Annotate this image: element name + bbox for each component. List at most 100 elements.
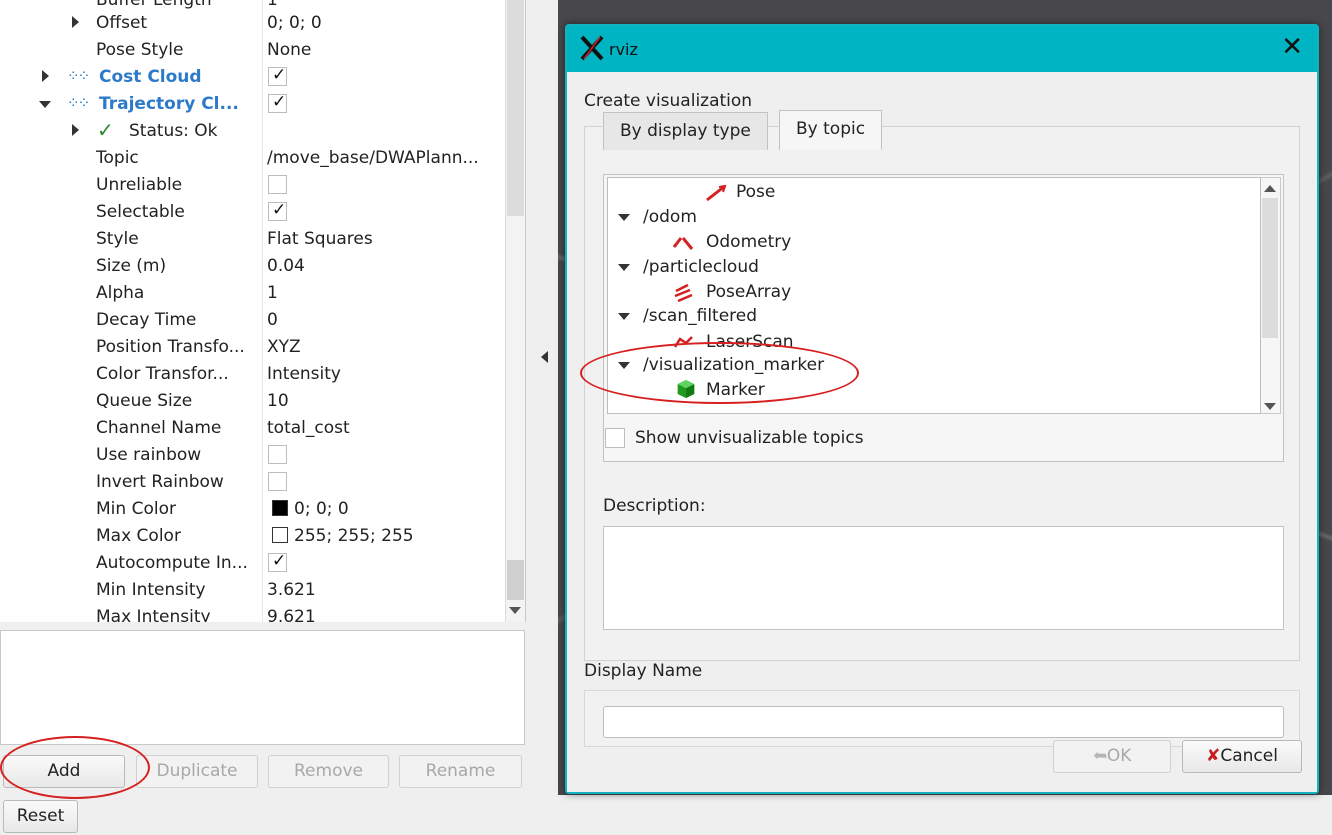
property-row[interactable]: Pose Style None	[0, 37, 505, 64]
point-cloud-icon: ⁘⁘	[67, 94, 90, 112]
property-value: 0	[267, 310, 278, 330]
checkbox[interactable]	[268, 445, 287, 464]
tree-item-odometry[interactable]: Odometry	[608, 230, 1260, 255]
scroll-up-arrow-icon[interactable]	[1264, 185, 1276, 192]
property-row[interactable]: Min Intensity 3.621	[0, 577, 505, 604]
property-name: Decay Time	[96, 310, 197, 330]
expand-arrow-icon[interactable]	[72, 124, 79, 136]
tab-by-display-type[interactable]: By display type	[603, 112, 768, 150]
property-name: Status: Ok	[129, 121, 218, 141]
posearray-icon	[674, 283, 693, 303]
property-name: Alpha	[96, 283, 145, 303]
scrollbar-track-segment	[507, 560, 524, 600]
property-value: 1	[267, 283, 278, 303]
display-item-trajectory-cloud[interactable]: ⁘⁘ Trajectory Cl... ✓	[0, 91, 505, 118]
property-name: Size (m)	[96, 256, 167, 276]
display-name-input[interactable]	[603, 706, 1284, 738]
property-row[interactable]: Alpha 1	[0, 280, 505, 307]
point-cloud-icon: ⁘⁘	[67, 67, 90, 85]
property-row[interactable]: Size (m) 0.04	[0, 253, 505, 280]
property-name: Channel Name	[96, 418, 222, 438]
collapse-arrow-icon[interactable]	[618, 214, 630, 221]
checkbox[interactable]	[268, 472, 287, 491]
topic-tree-scrollbar[interactable]	[1261, 177, 1281, 414]
property-row[interactable]: Max Intensity 9.621	[0, 604, 505, 622]
property-name: Max Color	[96, 526, 181, 546]
property-row-status[interactable]: ✓ Status: Ok	[0, 118, 505, 145]
scrollbar-thumb[interactable]	[1262, 198, 1278, 338]
property-value: 9.621	[267, 607, 316, 622]
tree-item-label: /particlecloud	[643, 257, 759, 277]
collapse-panel-arrow-icon[interactable]	[541, 351, 548, 363]
property-value: 3.621	[267, 580, 316, 600]
remove-button[interactable]: Remove	[268, 755, 389, 788]
ok-button[interactable]: ➦OK	[1053, 740, 1171, 773]
color-swatch-black[interactable]	[272, 500, 288, 516]
property-row[interactable]: Autocompute In... ✓	[0, 550, 505, 577]
cancel-button[interactable]: ✘Cancel	[1182, 740, 1302, 773]
expand-arrow-icon[interactable]	[42, 70, 49, 82]
property-value: Intensity	[267, 364, 341, 384]
dialog-body: Create visualization By display type By …	[567, 72, 1317, 792]
property-row[interactable]: Invert Rainbow	[0, 469, 505, 496]
close-icon[interactable]: ✕	[1281, 34, 1303, 60]
check-icon: ✓	[272, 200, 287, 220]
properties-scrollbar[interactable]	[505, 0, 525, 622]
collapse-arrow-icon[interactable]	[618, 264, 630, 271]
property-row[interactable]: Style Flat Squares	[0, 226, 505, 253]
scroll-down-arrow-icon[interactable]	[509, 607, 521, 614]
tree-item-pose[interactable]: Pose	[608, 180, 1260, 205]
enabled-checkbox[interactable]: ✓	[268, 92, 287, 113]
enabled-checkbox[interactable]: ✓	[268, 65, 287, 86]
collapse-arrow-icon[interactable]	[39, 101, 51, 108]
property-row[interactable]: Queue Size 10	[0, 388, 505, 415]
property-row[interactable]: Position Transfo... XYZ	[0, 334, 505, 361]
tab-by-topic[interactable]: By topic	[779, 110, 883, 150]
tree-item-label: Odometry	[706, 232, 792, 252]
color-swatch-white[interactable]	[272, 527, 288, 543]
tree-item-odom[interactable]: /odom	[608, 205, 1260, 230]
checkbox[interactable]: ✓	[268, 200, 287, 221]
property-value: Flat Squares	[267, 229, 373, 249]
property-row[interactable]: Offset 0; 0; 0	[0, 10, 505, 37]
property-value: 10	[267, 391, 289, 411]
property-value: 0; 0; 0	[267, 13, 322, 33]
property-row[interactable]: Use rainbow	[0, 442, 505, 469]
property-name: Min Intensity	[96, 580, 206, 600]
tree-item-posearray[interactable]: PoseArray	[608, 280, 1260, 305]
property-name: Offset	[96, 13, 148, 33]
property-row[interactable]: Decay Time 0	[0, 307, 505, 334]
property-value: XYZ	[267, 337, 301, 357]
property-value: 0; 0; 0	[294, 499, 349, 519]
property-row[interactable]: Selectable ✓	[0, 199, 505, 226]
property-row[interactable]: Topic /move_base/DWAPlann...	[0, 145, 505, 172]
description-label: Description:	[603, 496, 706, 516]
property-row[interactable]: Channel Name total_cost	[0, 415, 505, 442]
expand-arrow-icon[interactable]	[72, 16, 79, 28]
property-row[interactable]: Color Transfor... Intensity	[0, 361, 505, 388]
checkbox-box[interactable]	[605, 428, 625, 448]
scroll-down-arrow-icon[interactable]	[1264, 403, 1276, 410]
display-item-cost-cloud[interactable]: ⁘⁘ Cost Cloud ✓	[0, 64, 505, 91]
show-unvisualizable-label: Show unvisualizable topics	[635, 428, 864, 448]
tree-item-scan-filtered[interactable]: /scan_filtered	[608, 304, 1260, 329]
checkbox[interactable]	[268, 175, 287, 194]
rename-button[interactable]: Rename	[399, 755, 522, 788]
property-name: Style	[96, 229, 139, 249]
property-name: Max Intensity	[96, 607, 211, 622]
collapse-arrow-icon[interactable]	[618, 313, 630, 320]
cancel-x-icon: ✘	[1206, 746, 1221, 766]
property-row[interactable]: Unreliable	[0, 172, 505, 199]
checkbox[interactable]: ✓	[268, 551, 287, 572]
property-name: Queue Size	[96, 391, 193, 411]
property-value: 255; 255; 255	[294, 526, 414, 546]
tree-item-particlecloud[interactable]: /particlecloud	[608, 255, 1260, 280]
dialog-titlebar[interactable]: rviz ✕	[567, 26, 1317, 72]
duplicate-button[interactable]: Duplicate	[136, 755, 258, 788]
help-description-box	[0, 630, 525, 745]
property-row[interactable]: Max Color 255; 255; 255	[0, 523, 505, 550]
scrollbar-thumb[interactable]	[507, 0, 524, 216]
property-row[interactable]: Min Color 0; 0; 0	[0, 496, 505, 523]
reset-button[interactable]: Reset	[3, 800, 78, 833]
tree-item-label: /odom	[643, 207, 697, 227]
